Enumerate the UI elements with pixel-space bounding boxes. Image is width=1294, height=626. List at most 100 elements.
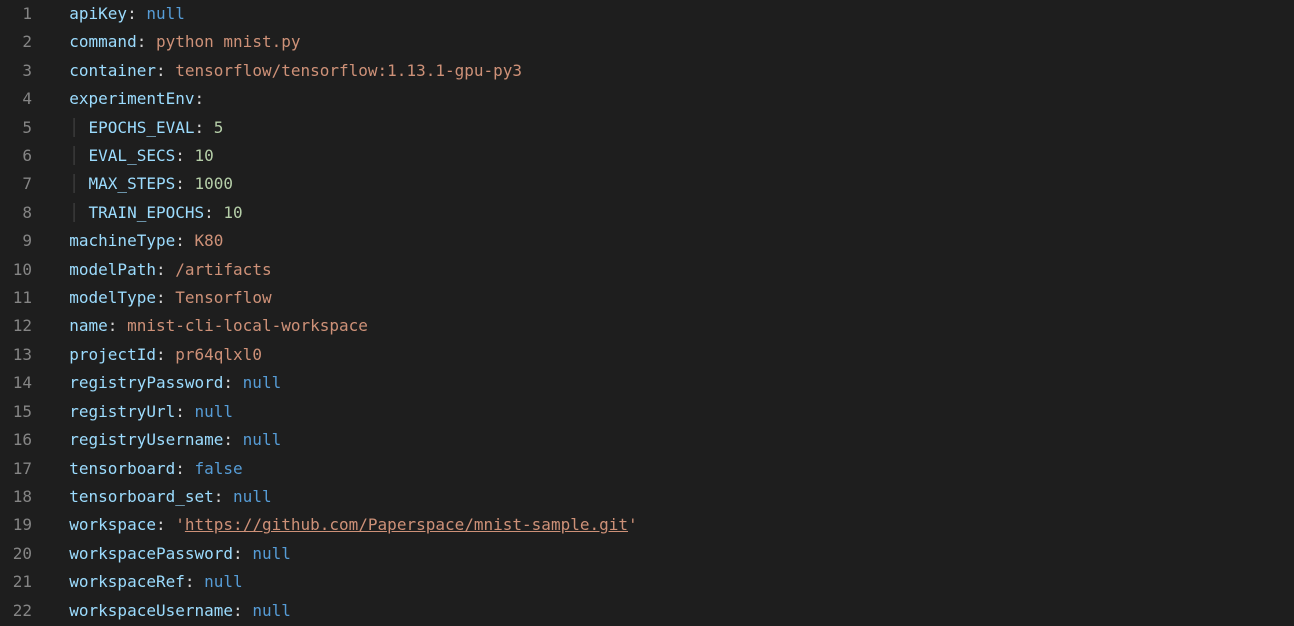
code-line[interactable]: 4 experimentEnv: (0, 85, 1294, 113)
yaml-colon: : (223, 430, 233, 449)
yaml-colon: : (175, 459, 185, 478)
code-content[interactable]: workspace: 'https://github.com/Paperspac… (50, 511, 1294, 539)
code-content[interactable]: name: mnist-cli-local-workspace (50, 312, 1294, 340)
code-line[interactable]: 2 command: python mnist.py (0, 28, 1294, 56)
yaml-value-link[interactable]: https://github.com/Paperspace/mnist-samp… (185, 515, 628, 534)
code-line[interactable]: 19 workspace: 'https://github.com/Papers… (0, 511, 1294, 539)
yaml-key: experimentEnv (69, 89, 194, 108)
indent (50, 260, 69, 279)
yaml-colon: : (156, 515, 166, 534)
code-content[interactable]: container: tensorflow/tensorflow:1.13.1-… (50, 57, 1294, 85)
code-line[interactable]: 5 │ EPOCHS_EVAL: 5 (0, 114, 1294, 142)
code-content[interactable]: │ EVAL_SECS: 10 (50, 142, 1294, 170)
yaml-value: pr64qlxl0 (175, 345, 262, 364)
code-line[interactable]: 1 apiKey: null (0, 0, 1294, 28)
yaml-value: 10 (195, 146, 214, 165)
line-number: 9 (0, 227, 50, 255)
code-content[interactable]: tensorboard: false (50, 455, 1294, 483)
yaml-value: K80 (195, 231, 224, 250)
code-editor[interactable]: 1 apiKey: null2 command: python mnist.py… (0, 0, 1294, 625)
line-number: 2 (0, 28, 50, 56)
code-line[interactable]: 13 projectId: pr64qlxl0 (0, 341, 1294, 369)
yaml-colon: : (223, 373, 233, 392)
line-number: 15 (0, 398, 50, 426)
yaml-value: null (233, 487, 272, 506)
line-number: 7 (0, 170, 50, 198)
yaml-colon: : (137, 32, 147, 51)
code-line[interactable]: 10 modelPath: /artifacts (0, 256, 1294, 284)
code-line[interactable]: 20 workspacePassword: null (0, 540, 1294, 568)
code-content[interactable]: workspaceRef: null (50, 568, 1294, 596)
indent-guide: │ (50, 203, 89, 222)
code-content[interactable]: modelType: Tensorflow (50, 284, 1294, 312)
line-number: 4 (0, 85, 50, 113)
yaml-value: /artifacts (175, 260, 271, 279)
code-line[interactable]: 22 workspaceUsername: null (0, 597, 1294, 625)
line-number: 14 (0, 369, 50, 397)
yaml-colon: : (233, 544, 243, 563)
yaml-colon: : (156, 345, 166, 364)
indent (50, 572, 69, 591)
line-number: 6 (0, 142, 50, 170)
yaml-colon: : (156, 61, 166, 80)
code-line[interactable]: 3 container: tensorflow/tensorflow:1.13.… (0, 57, 1294, 85)
yaml-key: modelType (69, 288, 156, 307)
code-line[interactable]: 9 machineType: K80 (0, 227, 1294, 255)
yaml-key: registryUsername (69, 430, 223, 449)
yaml-key: registryPassword (69, 373, 223, 392)
code-line[interactable]: 18 tensorboard_set: null (0, 483, 1294, 511)
indent (50, 601, 69, 620)
line-number: 12 (0, 312, 50, 340)
code-content[interactable]: modelPath: /artifacts (50, 256, 1294, 284)
code-line[interactable]: 15 registryUrl: null (0, 398, 1294, 426)
yaml-key: tensorboard (69, 459, 175, 478)
code-line[interactable]: 21 workspaceRef: null (0, 568, 1294, 596)
code-content[interactable]: apiKey: null (50, 0, 1294, 28)
indent-guide: │ (50, 118, 89, 137)
code-line[interactable]: 8 │ TRAIN_EPOCHS: 10 (0, 199, 1294, 227)
yaml-colon: : (204, 203, 214, 222)
yaml-key: projectId (69, 345, 156, 364)
yaml-value: null (252, 544, 291, 563)
code-content[interactable]: │ EPOCHS_EVAL: 5 (50, 114, 1294, 142)
indent (50, 515, 69, 534)
indent (50, 4, 69, 23)
code-line[interactable]: 14 registryPassword: null (0, 369, 1294, 397)
indent (50, 430, 69, 449)
code-line[interactable]: 12 name: mnist-cli-local-workspace (0, 312, 1294, 340)
line-number: 16 (0, 426, 50, 454)
yaml-value: null (243, 373, 282, 392)
code-line[interactable]: 11 modelType: Tensorflow (0, 284, 1294, 312)
code-content[interactable]: experimentEnv: (50, 85, 1294, 113)
code-content[interactable]: machineType: K80 (50, 227, 1294, 255)
yaml-value: 5 (214, 118, 224, 137)
code-content[interactable]: workspacePassword: null (50, 540, 1294, 568)
yaml-key: command (69, 32, 136, 51)
code-content[interactable]: registryUsername: null (50, 426, 1294, 454)
code-line[interactable]: 6 │ EVAL_SECS: 10 (0, 142, 1294, 170)
code-content[interactable]: registryUrl: null (50, 398, 1294, 426)
indent (50, 373, 69, 392)
code-line[interactable]: 17 tensorboard: false (0, 455, 1294, 483)
yaml-key: TRAIN_EPOCHS (89, 203, 205, 222)
code-content[interactable]: │ MAX_STEPS: 1000 (50, 170, 1294, 198)
line-number: 21 (0, 568, 50, 596)
yaml-colon: : (175, 174, 185, 193)
line-number: 10 (0, 256, 50, 284)
indent-guide: │ (50, 174, 89, 193)
code-line[interactable]: 7 │ MAX_STEPS: 1000 (0, 170, 1294, 198)
code-content[interactable]: registryPassword: null (50, 369, 1294, 397)
line-number: 1 (0, 0, 50, 28)
code-content[interactable]: projectId: pr64qlxl0 (50, 341, 1294, 369)
code-line[interactable]: 16 registryUsername: null (0, 426, 1294, 454)
code-content[interactable]: │ TRAIN_EPOCHS: 10 (50, 199, 1294, 227)
line-number: 17 (0, 455, 50, 483)
yaml-key: container (69, 61, 156, 80)
code-content[interactable]: command: python mnist.py (50, 28, 1294, 56)
yaml-key: machineType (69, 231, 175, 250)
yaml-colon: : (185, 572, 195, 591)
code-content[interactable]: tensorboard_set: null (50, 483, 1294, 511)
code-content[interactable]: workspaceUsername: null (50, 597, 1294, 625)
indent (50, 402, 69, 421)
yaml-key: workspaceRef (69, 572, 185, 591)
